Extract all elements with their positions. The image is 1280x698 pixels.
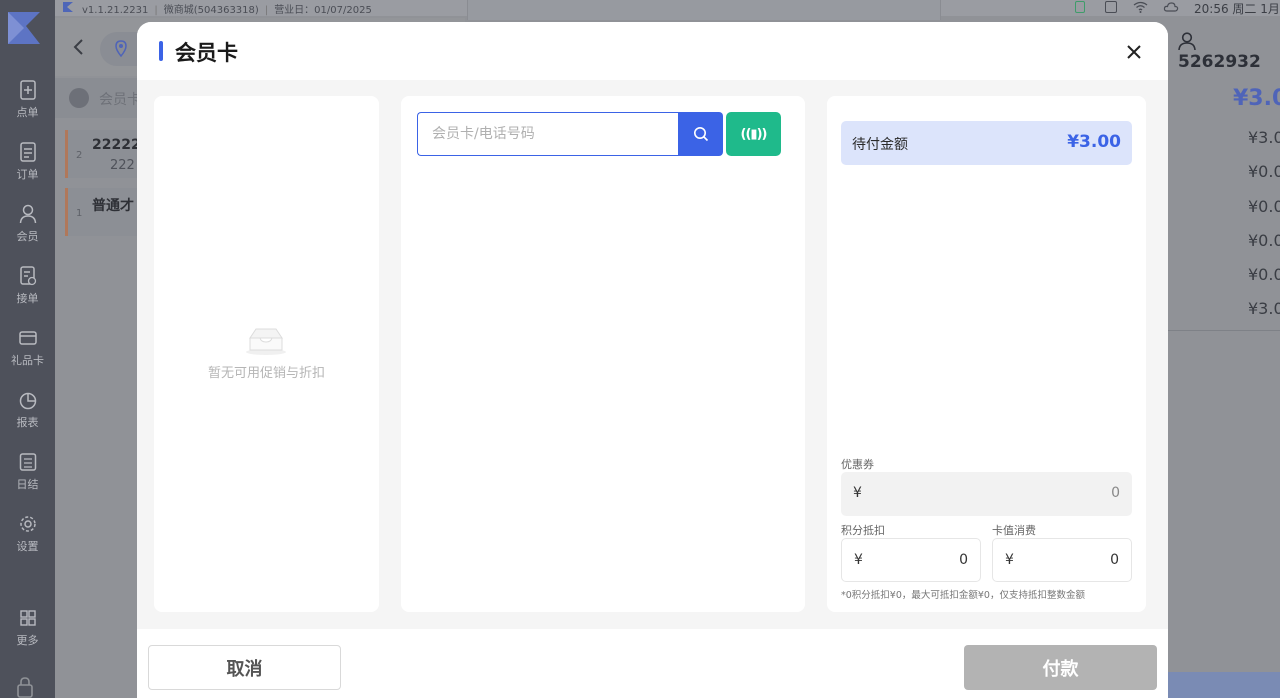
title-accent-bar [159,41,163,61]
background-amount: ¥3.0 [1248,128,1280,147]
background-bottom-bar [1168,672,1280,698]
sidebar-item-daily-settle[interactable]: 日结 [0,452,55,508]
card-balance-field[interactable]: ¥ 0 [992,538,1132,582]
wifi-icon [1133,1,1148,13]
settings-icon [19,516,36,532]
coupon-field[interactable]: ¥ 0 [841,472,1132,516]
amount-due-value: ¥3.00 [1067,132,1121,152]
currency-symbol: ¥ [1005,552,1014,568]
dialog-footer: 取消 付款 [137,629,1168,698]
member-icon [19,204,36,224]
sidebar-item-member[interactable]: 会员 [0,204,55,260]
member-search-panel: ((▮)) [401,96,805,612]
nfc-icon: ((▮)) [740,126,768,142]
background-amount: ¥0.0 [1248,162,1280,181]
currency-symbol: ¥ [853,485,862,501]
sidebar-item-label: 日结 [16,478,39,491]
background-amount: ¥0.0 [1248,265,1280,284]
points-deduction-label: 积分抵扣 [841,524,885,537]
points-deduction-field[interactable]: ¥ 0 [841,538,981,582]
location-pin-icon [115,40,127,58]
sidebar-item-label: 会员 [16,230,39,243]
app-logo-small-icon [63,2,73,12]
nfc-read-button[interactable]: ((▮)) [726,112,781,156]
sidebar-item-label: 设置 [16,540,39,553]
empty-state-text: 暂无可用促销与折扣 [207,366,325,381]
currency-symbol: ¥ [854,552,863,568]
background-total: ¥3.0 [1233,86,1280,111]
sidebar-item-gift-card[interactable]: 礼品卡 [0,328,55,384]
dialog-title: 会员卡 [175,41,238,65]
empty-box-icon [246,328,286,355]
member-card-icon [69,88,89,108]
cloud-icon [1163,2,1179,12]
sidebar-item-more[interactable]: 更多 [0,608,55,664]
member-card-dialog: 会员卡 暂无可用促销与折扣 ((▮)) 待付金额 ¥3.00 优惠券 ¥ 0 [137,22,1168,698]
sidebar-item-order[interactable]: 点单 [0,80,55,136]
amount-due-label: 待付金额 [852,137,908,153]
background-amount: ¥3.0 [1248,299,1280,318]
coupon-label: 优惠券 [841,458,874,471]
background-amount: ¥0.0 [1248,231,1280,250]
user-icon [1178,32,1196,50]
sidebar-item-label: 礼品卡 [11,354,44,367]
daily-settle-icon [19,453,36,471]
lock-icon[interactable] [15,676,35,698]
user-account[interactable]: 5262932 [1178,32,1280,72]
version-text: v1.1.21.2231 | 微商城(504363318) | 营业日：01/07/20… [82,5,372,16]
sidebar-item-label: 更多 [16,634,39,647]
card-balance-label: 卡值消费 [992,524,1036,537]
sidebar-item-settings[interactable]: 设置 [0,514,55,570]
accept-order-icon [19,266,36,286]
database-icon [1105,1,1117,13]
points-deduction-value: 0 [959,552,968,568]
order-add-icon [19,80,36,100]
back-arrow-icon[interactable] [72,38,84,56]
more-icon [19,610,36,626]
divider [1168,330,1280,331]
search-button[interactable] [678,112,723,156]
battery-icon [1075,1,1085,13]
sidebar-item-label: 订单 [16,168,39,181]
sidebar-item-label: 接单 [16,292,39,305]
cancel-button[interactable]: 取消 [148,645,341,690]
card-balance-value: 0 [1110,552,1119,568]
background-amount: ¥0.0 [1248,197,1280,216]
search-icon [693,127,708,142]
sidebar-item-report[interactable]: 报表 [0,390,55,446]
orders-icon [19,142,36,162]
app-logo-icon [8,12,40,44]
sidebar-item-orders[interactable]: 订单 [0,142,55,198]
clock-text: 20:56 周二 1月 [1194,2,1280,16]
points-note: *0积分抵扣¥0，最大可抵扣金额¥0，仅支持抵扣整数金额 [841,590,1085,601]
sidebar: 点单 订单 会员 接单 礼品卡 报表 日结 设置 更多 [0,0,55,698]
close-icon[interactable] [1122,40,1146,64]
dialog-header: 会员卡 [137,22,1168,80]
amount-due-box: 待付金额 ¥3.00 [841,121,1132,165]
sidebar-item-label: 报表 [16,416,39,429]
sidebar-item-label: 点单 [16,106,39,119]
gift-card-icon [18,331,37,345]
report-icon [19,392,36,410]
sidebar-item-accept[interactable]: 接单 [0,266,55,322]
promotions-panel: 暂无可用促销与折扣 [154,96,379,612]
pay-button[interactable]: 付款 [964,645,1157,690]
top-status-bar: v1.1.21.2231 | 微商城(504363318) | 营业日：01/07/20… [0,0,1280,20]
payment-panel: 待付金额 ¥3.00 优惠券 ¥ 0 积分抵扣 ¥ 0 卡值消费 ¥ 0 *0积… [827,96,1146,612]
coupon-value: 0 [1111,485,1120,501]
background-tab [467,0,941,20]
member-search-input[interactable] [417,112,679,156]
